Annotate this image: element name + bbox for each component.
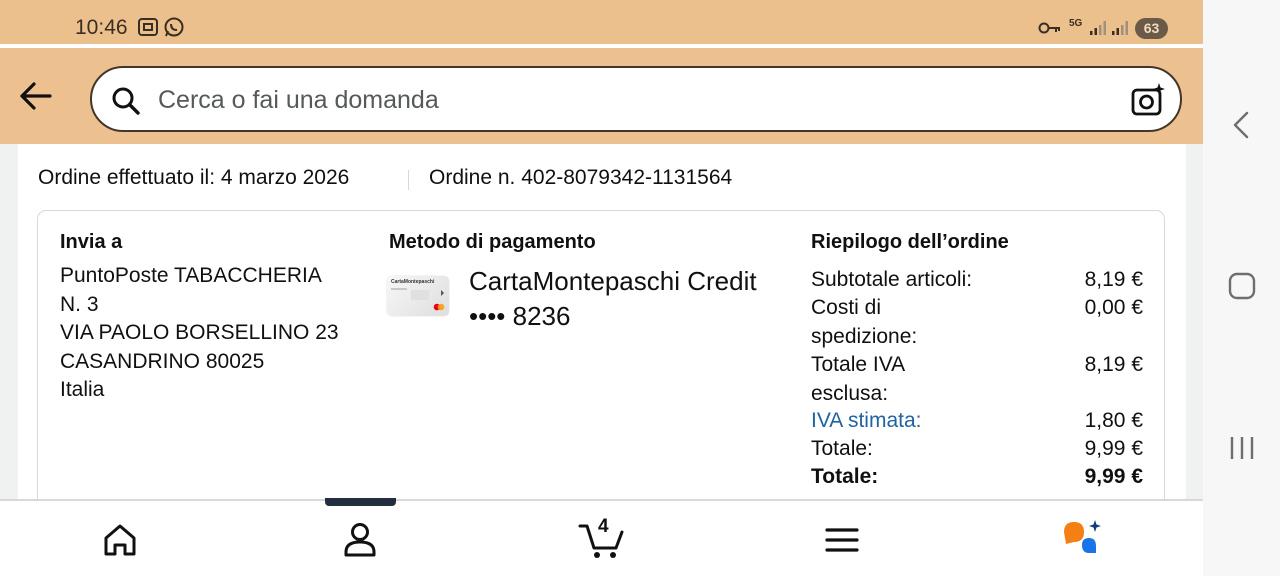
- vat-estimate-link[interactable]: IVA stimata:: [811, 407, 1001, 436]
- whatsapp-icon: [163, 16, 185, 43]
- summary-label: Costi di spedizione:: [811, 296, 918, 348]
- system-home-icon[interactable]: [1228, 272, 1256, 305]
- summary-value: 0,00 €: [1084, 296, 1143, 319]
- address-line: VIA PAOLO BORSELLINO 23: [60, 321, 339, 344]
- summary-label: Subtotale articoli:: [811, 268, 973, 291]
- card-name: CartaMontepaschi Credit: [469, 266, 757, 296]
- summary-value: 9,99 €: [1084, 437, 1143, 460]
- cart-count-badge: 4: [598, 516, 609, 537]
- signal-icon-2: [1111, 20, 1129, 41]
- summary-value: 8,19 €: [1084, 268, 1143, 291]
- ship-to-heading: Invia a: [60, 231, 123, 253]
- system-nav-column: [1203, 0, 1280, 576]
- status-time: 10:46: [75, 16, 128, 39]
- nav-account-button[interactable]: [338, 518, 382, 562]
- summary-label: Totale:: [811, 437, 873, 460]
- payment-heading: Metodo di pagamento: [389, 231, 596, 253]
- summary-heading: Riepilogo dell’ordine: [811, 231, 1009, 253]
- battery-indicator: 63: [1135, 18, 1168, 39]
- back-button[interactable]: [14, 76, 58, 116]
- summary-value: 8,19 €: [1084, 353, 1143, 376]
- system-back-icon[interactable]: [1230, 110, 1252, 145]
- status-bar: 10:46 5G 63: [0, 0, 1203, 44]
- active-tab-indicator: [325, 498, 396, 506]
- home-icon: [104, 524, 136, 556]
- search-placeholder: Cerca o fai una domanda: [158, 86, 439, 114]
- order-date: Ordine effettuato il: 4 marzo 2026: [38, 166, 350, 189]
- ship-to-address: PuntoPoste TABACCHERIA N. 3 VIA PAOLO BO…: [60, 262, 339, 405]
- nav-rufus-button[interactable]: [1060, 518, 1104, 562]
- camera-search-icon[interactable]: [1130, 82, 1166, 123]
- address-line: N. 3: [60, 292, 99, 316]
- screenshot-icon: [137, 16, 159, 43]
- menu-icon: [825, 528, 859, 552]
- search-icon: [110, 85, 142, 122]
- vpn-key-icon: [1038, 20, 1062, 41]
- signal-icon: [1089, 20, 1107, 41]
- mastercard-icon: [391, 288, 445, 311]
- system-recents-icon[interactable]: [1228, 434, 1256, 467]
- rufus-icon: [1064, 520, 1101, 553]
- address-line: CASANDRINO 80025: [60, 349, 265, 373]
- summary-value: 1,80 €: [1084, 409, 1143, 432]
- credit-card-image: CartaMontepaschi: [387, 276, 449, 316]
- grand-total-label: Totale:: [811, 465, 879, 488]
- card-number: •••• 8236: [469, 301, 571, 331]
- order-number: Ordine n. 402-8079342-1131564: [429, 166, 733, 189]
- grand-total-value: 9,99 €: [1084, 465, 1143, 488]
- search-bar[interactable]: Cerca o fai una domanda: [90, 66, 1182, 132]
- nav-menu-button[interactable]: [820, 518, 864, 562]
- nav-home-button[interactable]: [98, 518, 142, 562]
- divider: [408, 170, 409, 190]
- arrow-left-icon: [20, 82, 52, 110]
- network-type: 5G: [1069, 18, 1083, 29]
- account-icon: [344, 523, 376, 557]
- summary-label: Totale IVA esclusa:: [811, 353, 905, 405]
- payment-method-text: CartaMontepaschi Credit •••• 8236: [469, 264, 757, 334]
- address-line: Italia: [60, 378, 105, 401]
- address-line: PuntoPoste TABACCHERIA: [60, 264, 322, 287]
